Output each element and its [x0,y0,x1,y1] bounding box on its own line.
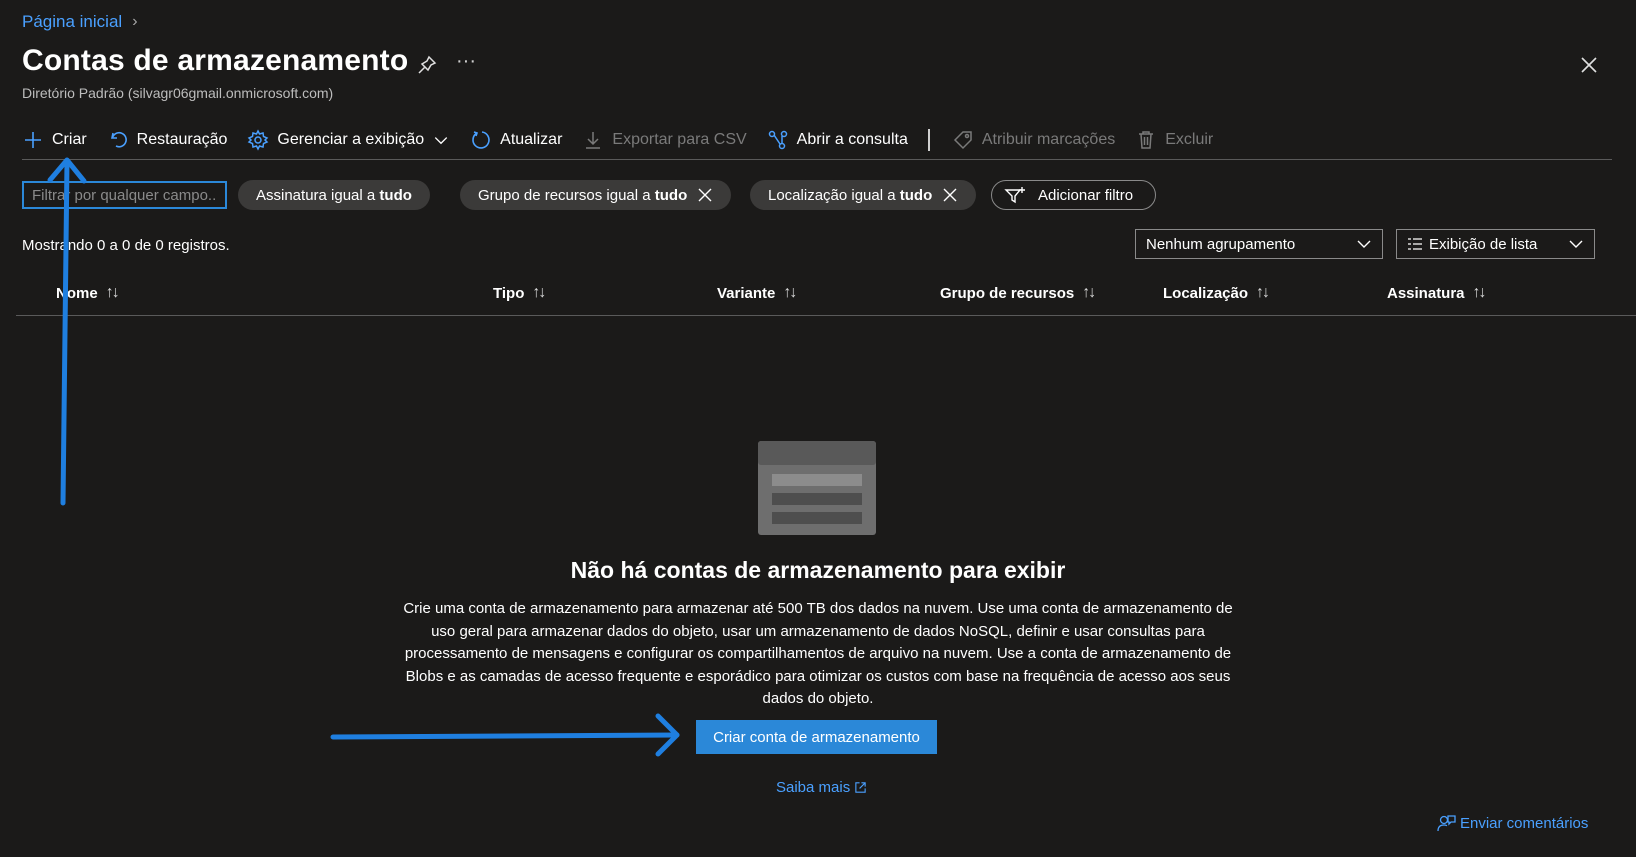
column-header-resource-group[interactable]: Grupo de recursos ↑↓ [940,284,1096,302]
query-icon [768,130,787,150]
toolbar-divider-line [22,159,1612,160]
filter-subscription-text: Assinatura igual a tudo [256,186,412,204]
restore-label: Restauração [136,131,228,148]
create-button[interactable]: Criar [22,129,87,151]
chevron-down-icon [1569,240,1583,248]
column-header-name[interactable]: Nome ↑↓ [56,284,120,302]
directory-subtitle: Diretório Padrão (silvagr06gmail.onmicro… [22,85,334,101]
filter-subscription-pill[interactable]: Assinatura igual a tudo [238,180,430,210]
table-header: Nome ↑↓ Tipo ↑↓ Variante ↑↓ Grupo de recurs… [16,280,1636,316]
view-mode-dropdown[interactable]: Exibição de lista [1396,229,1595,259]
record-count: Mostrando 0 a 0 de 0 registros. [22,237,230,254]
send-feedback-link[interactable]: Enviar comentários [1436,813,1588,833]
assign-tags-label: Atribuir marcações [981,131,1116,148]
download-icon [586,132,601,149]
remove-filter-icon[interactable] [942,187,958,203]
chevron-down-icon [1357,240,1371,248]
view-mode-value: Exibição de lista [1429,235,1538,253]
plus-icon [25,132,41,148]
export-csv-label: Exportar para CSV [612,131,747,148]
send-feedback-label: Enviar comentários [1460,814,1589,832]
sort-icon: ↑↓ [783,284,797,301]
close-icon[interactable] [1578,54,1600,76]
sort-icon: ↑↓ [532,284,546,301]
manage-view-label: Gerenciar a exibição [277,131,425,148]
delete-button[interactable]: Excluir [1135,129,1213,151]
undo-icon [110,131,127,148]
refresh-button[interactable]: Atualizar [470,129,562,151]
tag-icon [953,131,972,150]
create-label: Criar [52,131,87,148]
chevron-down-icon [434,137,448,145]
pin-icon[interactable] [416,54,438,76]
open-query-label: Abrir a consulta [796,131,908,148]
sort-icon: ↑↓ [1256,284,1270,301]
column-header-subscription[interactable]: Assinatura ↑↓ [1387,284,1487,302]
chevron-right-icon: › [132,13,138,30]
filter-resource-group-pill[interactable]: Grupo de recursos igual a tudo [460,180,732,210]
page-title: Contas de armazenamento [22,44,409,77]
learn-more-label: Saiba mais [776,779,851,796]
command-bar: Criar Restauração Gerenciar a exibição A… [22,122,1233,158]
grouping-dropdown[interactable]: Nenhum agrupamento [1135,229,1383,259]
open-query-button[interactable]: Abrir a consulta [767,129,908,151]
trash-icon [1139,131,1154,149]
remove-filter-icon[interactable] [697,187,713,203]
delete-label: Excluir [1165,131,1214,148]
sort-icon: ↑↓ [105,284,120,301]
learn-more-link[interactable]: Saiba mais [776,779,867,796]
toolbar-divider [927,129,930,151]
manage-view-button[interactable]: Gerenciar a exibição [247,129,450,151]
list-view-icon [1408,238,1422,250]
breadcrumb-home-link[interactable]: Página inicial [22,12,122,32]
add-filter-icon [1004,187,1025,204]
empty-state-title: Não há contas de armazenamento para exib… [570,557,1066,583]
grouping-value: Nenhum agrupamento [1146,235,1296,253]
storage-account-icon [758,441,876,535]
annotation-arrow-up [47,157,87,506]
refresh-label: Atualizar [500,131,563,148]
sort-icon: ↑↓ [1082,284,1096,301]
column-header-type[interactable]: Tipo ↑↓ [493,284,546,302]
filter-search-input[interactable] [22,181,227,209]
filter-resource-group-text: Grupo de recursos igual a tudo [478,186,688,204]
filter-location-text: Localização igual a tudo [768,186,933,204]
assign-tags-button[interactable]: Atribuir marcações [952,129,1115,151]
view-mode-content: Exibição de lista [1407,236,1537,253]
add-filter-label: Adicionar filtro [1038,186,1134,204]
create-storage-account-button[interactable]: Criar conta de armazenamento [696,720,937,754]
add-filter-button[interactable]: Adicionar filtro [991,180,1157,210]
empty-state-description: Crie uma conta de armazenamento para arm… [403,600,1233,707]
filter-location-pill[interactable]: Localização igual a tudo [750,180,977,210]
external-link-icon [855,782,866,793]
annotation-arrow-right [330,713,680,757]
column-header-variant[interactable]: Variante ↑↓ [717,284,797,302]
column-header-location[interactable]: Localização ↑↓ [1163,284,1270,302]
sort-icon: ↑↓ [1472,284,1487,301]
feedback-icon [1437,815,1456,832]
export-csv-button[interactable]: Exportar para CSV [582,129,747,151]
restore-button[interactable]: Restauração [107,129,228,151]
more-options-button[interactable]: ··· [456,50,476,73]
breadcrumb: Página inicial › [22,12,138,32]
gear-icon [248,129,269,151]
refresh-icon [472,131,490,149]
